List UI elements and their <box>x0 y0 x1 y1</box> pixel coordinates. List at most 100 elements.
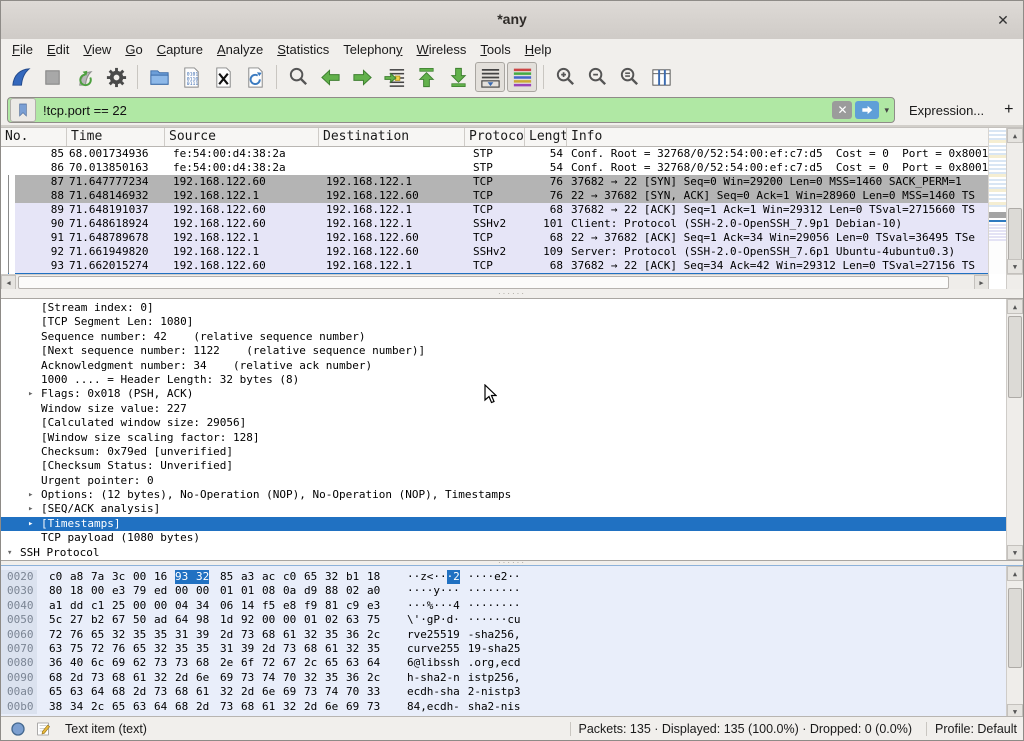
bytes-vscrollbar[interactable]: ▲ ▼ <box>1006 566 1023 719</box>
hex-byte[interactable]: f9 <box>304 599 325 613</box>
hex-byte[interactable]: 6f <box>241 656 262 670</box>
ascii-char[interactable]: s <box>474 628 481 642</box>
ascii-char[interactable]: 2 <box>453 570 460 584</box>
hex-byte[interactable]: 32 <box>154 642 175 656</box>
ascii-char[interactable]: · <box>474 570 481 584</box>
ascii-char[interactable]: · <box>514 570 521 584</box>
reload-file-button[interactable] <box>240 62 270 92</box>
expander-icon[interactable]: ▸ <box>28 387 41 401</box>
hex-byte[interactable]: 2d <box>220 628 241 642</box>
hex-byte[interactable]: 2d <box>262 642 283 656</box>
hex-byte[interactable]: 38 <box>49 700 70 714</box>
ascii-char[interactable]: s <box>494 685 501 699</box>
detail-line-15[interactable]: ▸[Timestamps] <box>1 517 1006 531</box>
ascii-char[interactable]: z <box>420 570 427 584</box>
hex-byte[interactable]: 34 <box>70 700 91 714</box>
hex-byte[interactable]: 73 <box>304 685 325 699</box>
hex-byte[interactable]: 2c <box>367 628 388 642</box>
resize-columns-button[interactable] <box>646 62 676 92</box>
hex-byte[interactable]: 68 <box>241 700 262 714</box>
ascii-char[interactable]: d <box>440 700 447 714</box>
hex-byte[interactable]: b2 <box>91 613 112 627</box>
column-header-time[interactable]: Time <box>67 128 165 146</box>
scroll-down-arrow[interactable]: ▼ <box>1007 545 1023 560</box>
ascii-char[interactable]: 2 <box>488 700 495 714</box>
ascii-char[interactable]: t <box>501 685 508 699</box>
detail-line-5[interactable]: 1000 .... = Header Length: 32 bytes (8) <box>1 373 1006 387</box>
ascii-char[interactable]: 6 <box>507 628 514 642</box>
hex-byte[interactable]: 6e <box>262 685 283 699</box>
hex-byte[interactable]: 2d <box>241 685 262 699</box>
column-header-length[interactable]: Length <box>525 128 567 146</box>
hex-byte[interactable]: 73 <box>241 628 262 642</box>
ascii-char[interactable]: r <box>420 642 427 656</box>
ascii-char[interactable]: · <box>453 584 460 598</box>
ascii-char[interactable]: u <box>414 642 421 656</box>
hex-byte[interactable]: 63 <box>133 700 154 714</box>
ascii-char[interactable]: - <box>453 700 460 714</box>
expander-icon[interactable]: ▸ <box>28 517 41 531</box>
ascii-char[interactable]: i <box>468 671 475 685</box>
scroll-up-arrow[interactable]: ▲ <box>1007 299 1023 314</box>
hex-byte[interactable]: 67 <box>112 613 133 627</box>
hex-byte[interactable]: 00 <box>283 613 304 627</box>
ascii-char[interactable]: · <box>514 584 521 598</box>
hex-byte[interactable]: ac <box>262 570 283 584</box>
menu-wireless[interactable]: Wireless <box>410 41 474 58</box>
hex-byte[interactable]: 64 <box>154 700 175 714</box>
ascii-char[interactable]: · <box>481 599 488 613</box>
hex-row-0020[interactable]: 0020c0a87a3c0016933285a3acc06532b118··z<… <box>1 570 1006 584</box>
detail-line-1[interactable]: [TCP Segment Len: 1080] <box>1 315 1006 329</box>
ascii-char[interactable]: · <box>501 599 508 613</box>
ascii-char[interactable]: ' <box>414 613 421 627</box>
menu-go[interactable]: Go <box>118 41 149 58</box>
hex-byte[interactable]: 75 <box>70 642 91 656</box>
ascii-char[interactable]: 2 <box>501 570 508 584</box>
ascii-char[interactable]: 8 <box>407 700 414 714</box>
hex-byte[interactable]: 85 <box>220 570 241 584</box>
hex-byte[interactable]: 6c <box>91 656 112 670</box>
hex-byte[interactable]: 64 <box>175 613 196 627</box>
save-file-button[interactable]: 010101100111 <box>176 62 206 92</box>
hex-byte[interactable]: 88 <box>325 584 346 598</box>
filter-apply-button[interactable] <box>855 101 879 119</box>
hex-byte[interactable]: 27 <box>70 613 91 627</box>
hex-byte[interactable]: 65 <box>304 570 325 584</box>
hex-byte[interactable]: 5c <box>49 613 70 627</box>
ascii-char[interactable]: 2 <box>440 642 447 656</box>
ascii-char[interactable]: - <box>494 700 501 714</box>
detail-line-4[interactable]: Acknowledgment number: 34 (relative ack … <box>1 359 1006 373</box>
hex-byte[interactable]: 02 <box>325 613 346 627</box>
menu-file[interactable]: File <box>5 41 40 58</box>
hex-byte[interactable]: 3c <box>112 570 133 584</box>
hex-byte[interactable]: 67 <box>283 656 304 670</box>
hex-byte[interactable]: 2e <box>220 656 241 670</box>
ascii-char[interactable]: · <box>447 584 454 598</box>
ascii-char[interactable]: e <box>501 656 508 670</box>
ascii-char[interactable]: 2 <box>427 628 434 642</box>
hex-byte[interactable]: 6e <box>196 671 209 685</box>
hex-row-0050[interactable]: 00505c27b26750ad64981d92000001026375\'·g… <box>1 613 1006 627</box>
hex-byte[interactable]: 76 <box>70 628 91 642</box>
zoom-out-button[interactable] <box>582 62 612 92</box>
detail-line-13[interactable]: ▸Options: (12 bytes), No-Operation (NOP)… <box>1 488 1006 502</box>
ascii-char[interactable]: a <box>488 628 495 642</box>
profile-status[interactable]: Profile: Default <box>935 722 1017 736</box>
hex-byte[interactable]: 08 <box>262 584 283 598</box>
ascii-char[interactable]: i <box>507 700 514 714</box>
expert-info-icon[interactable] <box>9 720 26 737</box>
hex-byte[interactable]: a8 <box>70 570 91 584</box>
hex-row-00a0[interactable]: 00a0656364682d736861322d6e6973747033ecdh… <box>1 685 1006 699</box>
hex-byte[interactable]: 36 <box>346 671 367 685</box>
hex-byte[interactable]: 2d <box>70 671 91 685</box>
hex-byte[interactable]: 01 <box>220 584 241 598</box>
scrollbar-thumb[interactable] <box>1008 588 1022 668</box>
ascii-char[interactable]: 5 <box>440 628 447 642</box>
scroll-up-arrow[interactable]: ▲ <box>1007 566 1023 581</box>
ascii-char[interactable]: s <box>474 671 481 685</box>
hex-byte[interactable]: 0a <box>283 584 304 598</box>
ascii-char[interactable]: , <box>514 671 521 685</box>
hex-byte[interactable]: 68 <box>175 700 196 714</box>
hex-byte[interactable]: 63 <box>346 613 367 627</box>
hex-byte[interactable]: 50 <box>133 613 154 627</box>
